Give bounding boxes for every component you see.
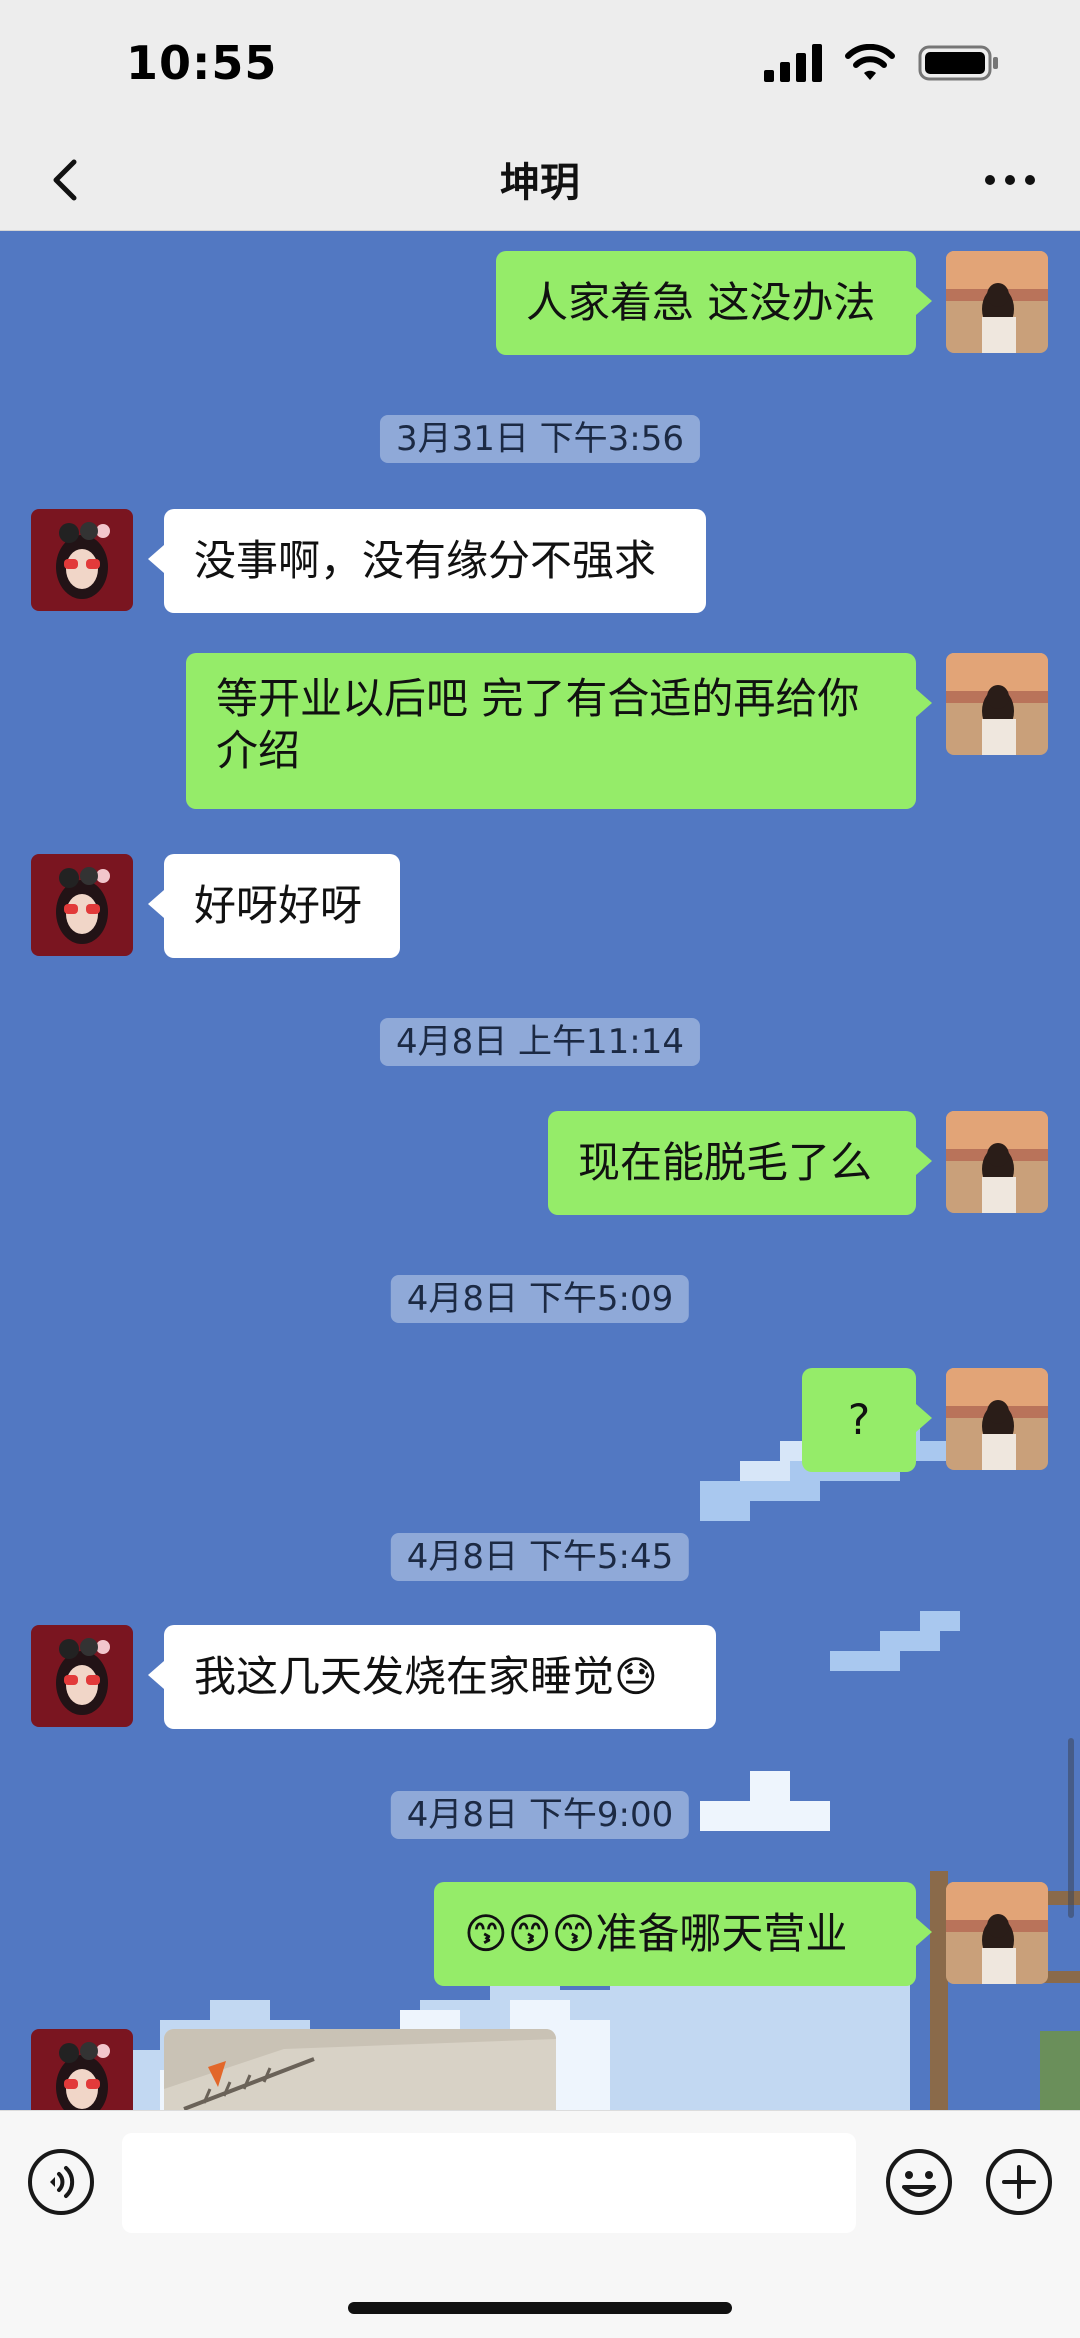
home-indicator[interactable] [348,2302,732,2314]
timestamp: 4月8日 下午5:09 [390,1275,690,1323]
message-bubble-received[interactable]: 好呀好呀 [148,854,400,958]
message-bubble-sent[interactable]: ? [802,1368,932,1472]
avatar-contact[interactable] [31,854,133,956]
avatar-me[interactable] [946,1882,1048,1984]
status-time: 10:55 [126,36,278,90]
avatar-me[interactable] [946,1111,1048,1213]
message-bubble-sent[interactable]: 😙😙😙准备哪天营业 [434,1882,932,1986]
voice-icon[interactable] [26,2147,96,2217]
avatar-me[interactable] [946,251,1048,353]
avatar-contact-image [31,1625,133,1727]
timestamp: 4月8日 上午11:14 [379,1018,701,1066]
avatar-contact-image [31,2029,133,2110]
timestamp: 3月31日 下午3:56 [379,415,701,463]
message-bubble-sent[interactable]: 人家着急 这没办法 [496,251,932,355]
avatar-me[interactable] [946,1368,1048,1470]
avatar-me-image [946,1111,1048,1213]
timestamp: 4月8日 下午5:45 [390,1533,690,1581]
avatar-me[interactable] [946,653,1048,755]
plus-icon[interactable] [984,2147,1054,2217]
avatar-me-image [946,251,1048,353]
message-bubble-sent[interactable]: 现在能脱毛了么 [548,1111,932,1215]
avatar-contact[interactable] [31,509,133,611]
message-bubble-sent[interactable]: 等开业以后吧 完了有合适的再给你介绍 [186,653,932,809]
timestamp: 4月8日 下午9:00 [390,1791,690,1839]
image-message[interactable] [164,2029,556,2110]
chat-title: 坤玥 [500,160,580,206]
status-icons [764,44,1000,82]
avatar-contact-image [31,854,133,956]
avatar-contact-image [31,509,133,611]
more-icon[interactable] [980,152,1040,208]
message-bubble-received[interactable]: 没事啊，没有缘分不强求 [148,509,706,613]
avatar-me-image [946,1882,1048,1984]
battery-icon [918,45,998,81]
avatar-me-image [946,653,1048,755]
wifi-icon [845,44,895,80]
signal-icon [764,44,822,82]
avatar-contact[interactable] [31,1625,133,1727]
message-bubble-received[interactable]: 我这几天发烧在家睡觉😓 [148,1625,716,1729]
nav-bar: 坤玥 [0,130,1080,231]
emoji-icon[interactable] [884,2147,954,2217]
avatar-contact[interactable] [31,2029,133,2110]
scrollbar[interactable] [1068,1738,1074,1918]
avatar-me-image [946,1368,1048,1470]
image-thumbnail [164,2029,556,2110]
message-input[interactable] [122,2133,856,2233]
status-bar: 10:55 [0,0,1080,130]
chat-area[interactable]: 人家着急 这没办法 3月31日 下午3:56 没事啊，没有缘分不强求 等开业以后… [0,231,1080,2110]
